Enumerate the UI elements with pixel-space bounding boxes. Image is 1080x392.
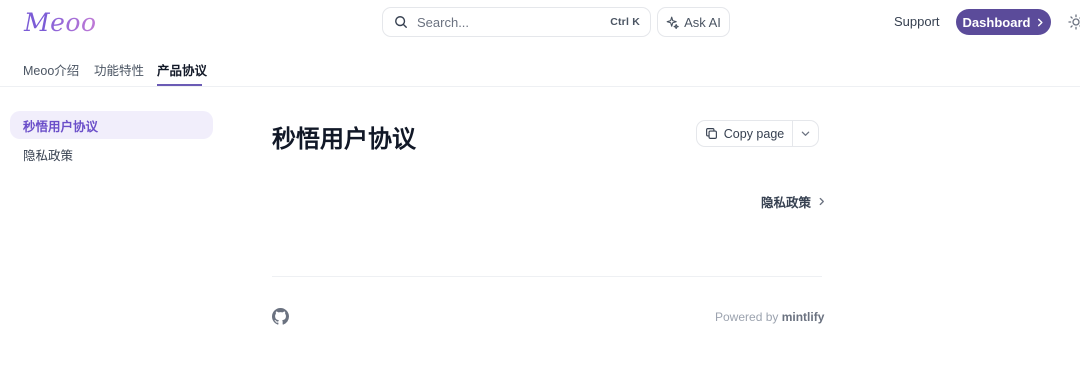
chevron-right-icon [1038, 18, 1044, 26]
meoo-logo[interactable]: Meoo [24, 6, 97, 38]
chevron-right-icon [819, 197, 824, 206]
sidebar-item-user-agreement[interactable]: 秒悟用户协议 [10, 111, 213, 139]
tab-features[interactable]: 功能特性 [94, 60, 144, 79]
support-link[interactable]: Support [894, 14, 940, 29]
tab-bar: Meoo介绍 功能特性 产品协议 [0, 44, 1080, 87]
tab-product-agreement[interactable]: 产品协议 [157, 60, 207, 79]
chevron-down-icon [801, 131, 810, 136]
search-box[interactable]: Search... Ctrl K [382, 7, 651, 37]
copy-page-button[interactable]: Copy page [697, 121, 793, 146]
dashboard-label: Dashboard [962, 14, 1031, 30]
sidebar-item-label: 隐私政策 [23, 148, 74, 163]
sun-icon[interactable] [1068, 14, 1080, 30]
github-icon[interactable] [272, 308, 289, 325]
next-page-label: 隐私政策 [761, 196, 812, 210]
tab-meoo-intro[interactable]: Meoo介绍 [23, 60, 79, 79]
footer-divider [272, 276, 822, 277]
sparkle-icon [666, 16, 679, 29]
ask-ai-button[interactable]: Ask AI [657, 7, 730, 37]
copy-page-label: Copy page [723, 126, 785, 141]
docs-page: Meoo Search... Ctrl K Ask AI Support Das… [0, 0, 1080, 392]
copy-options-dropdown[interactable] [793, 121, 818, 146]
sidebar-item-privacy-policy[interactable]: 隐私政策 [10, 140, 213, 168]
powered-by-brand: mintlify [781, 310, 825, 324]
copy-page-group: Copy page [696, 120, 819, 147]
search-icon [395, 16, 407, 28]
logo-initial: M [24, 7, 51, 37]
powered-by-prefix: Powered by [715, 310, 779, 324]
search-shortcut: Ctrl K [610, 16, 640, 28]
search-placeholder: Search... [417, 14, 470, 30]
powered-by-link[interactable]: Powered by mintlify [715, 310, 824, 324]
copy-icon [705, 128, 717, 139]
active-tab-indicator [157, 84, 202, 86]
sidebar-item-label: 秒悟用户协议 [23, 119, 99, 134]
top-navbar: Meoo Search... Ctrl K Ask AI Support Das… [0, 0, 1080, 44]
page-title: 秒悟用户协议 [272, 126, 416, 153]
ask-ai-label: Ask AI [684, 14, 721, 30]
dashboard-button[interactable]: Dashboard [956, 9, 1051, 35]
next-page-link[interactable]: 隐私政策 [761, 192, 825, 211]
logo-rest: eoo [50, 7, 97, 37]
